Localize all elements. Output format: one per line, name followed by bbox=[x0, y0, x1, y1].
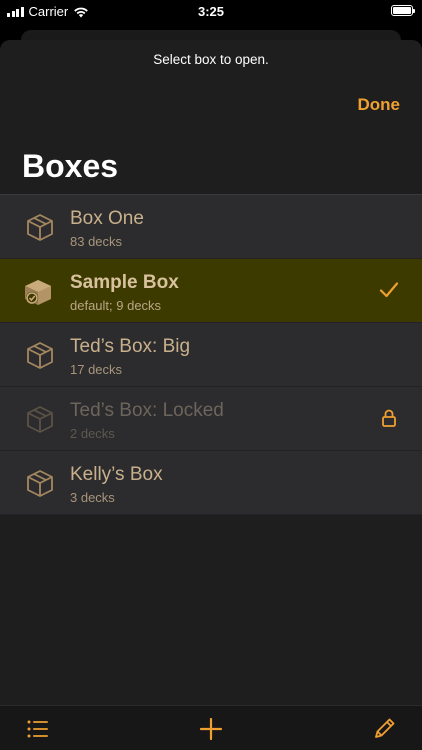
sheet-prompt: Select box to open. bbox=[153, 52, 269, 67]
box-icon bbox=[27, 406, 53, 433]
box-name: Ted’s Box: Big bbox=[70, 336, 191, 357]
bottom-toolbar bbox=[0, 705, 422, 750]
box-name: Kelly’s Box bbox=[70, 464, 163, 485]
screen: Carrier 3:25 Select box to open. Done Bo… bbox=[0, 0, 422, 750]
box-subtitle: 83 decks bbox=[70, 234, 123, 249]
box-row-teds-box-locked[interactable]: Ted’s Box: Locked 2 decks bbox=[0, 387, 422, 451]
box-row-teds-box-big[interactable]: Ted’s Box: Big 17 decks bbox=[0, 323, 422, 387]
box-name: Sample Box bbox=[70, 272, 179, 293]
box-row-sample-box[interactable]: Sample Box default; 9 decks bbox=[0, 259, 422, 323]
list-icon[interactable] bbox=[25, 716, 51, 742]
box-subtitle: 3 decks bbox=[70, 490, 115, 505]
box-row-box-one[interactable]: Box One 83 decks bbox=[0, 195, 422, 259]
plus-icon[interactable] bbox=[198, 716, 224, 742]
checkmark-icon bbox=[379, 282, 399, 298]
status-time: 3:25 bbox=[197, 4, 225, 19]
box-icon bbox=[27, 214, 53, 241]
pencil-icon[interactable] bbox=[371, 716, 397, 742]
box-icon bbox=[27, 470, 53, 497]
box-name: Ted’s Box: Locked bbox=[70, 400, 224, 421]
lock-icon bbox=[382, 409, 396, 427]
status-bar: Carrier 3:25 bbox=[0, 0, 422, 22]
box-list: Box One 83 decks Sample Box default; 9 d… bbox=[0, 194, 422, 515]
page-title: Boxes bbox=[22, 148, 119, 184]
box-subtitle: default; 9 decks bbox=[70, 298, 162, 313]
box-subtitle: 17 decks bbox=[70, 362, 123, 377]
box-row-kellys-box[interactable]: Kelly’s Box 3 decks bbox=[0, 451, 422, 515]
box-icon bbox=[27, 342, 53, 369]
boxes-sheet: Select box to open. Done Boxes Box One 8… bbox=[0, 40, 422, 750]
done-button[interactable]: Done bbox=[358, 95, 401, 115]
box-subtitle: 2 decks bbox=[70, 426, 115, 441]
battery-icon bbox=[391, 5, 415, 16]
box-name: Box One bbox=[70, 208, 144, 229]
default-box-icon bbox=[25, 280, 51, 305]
